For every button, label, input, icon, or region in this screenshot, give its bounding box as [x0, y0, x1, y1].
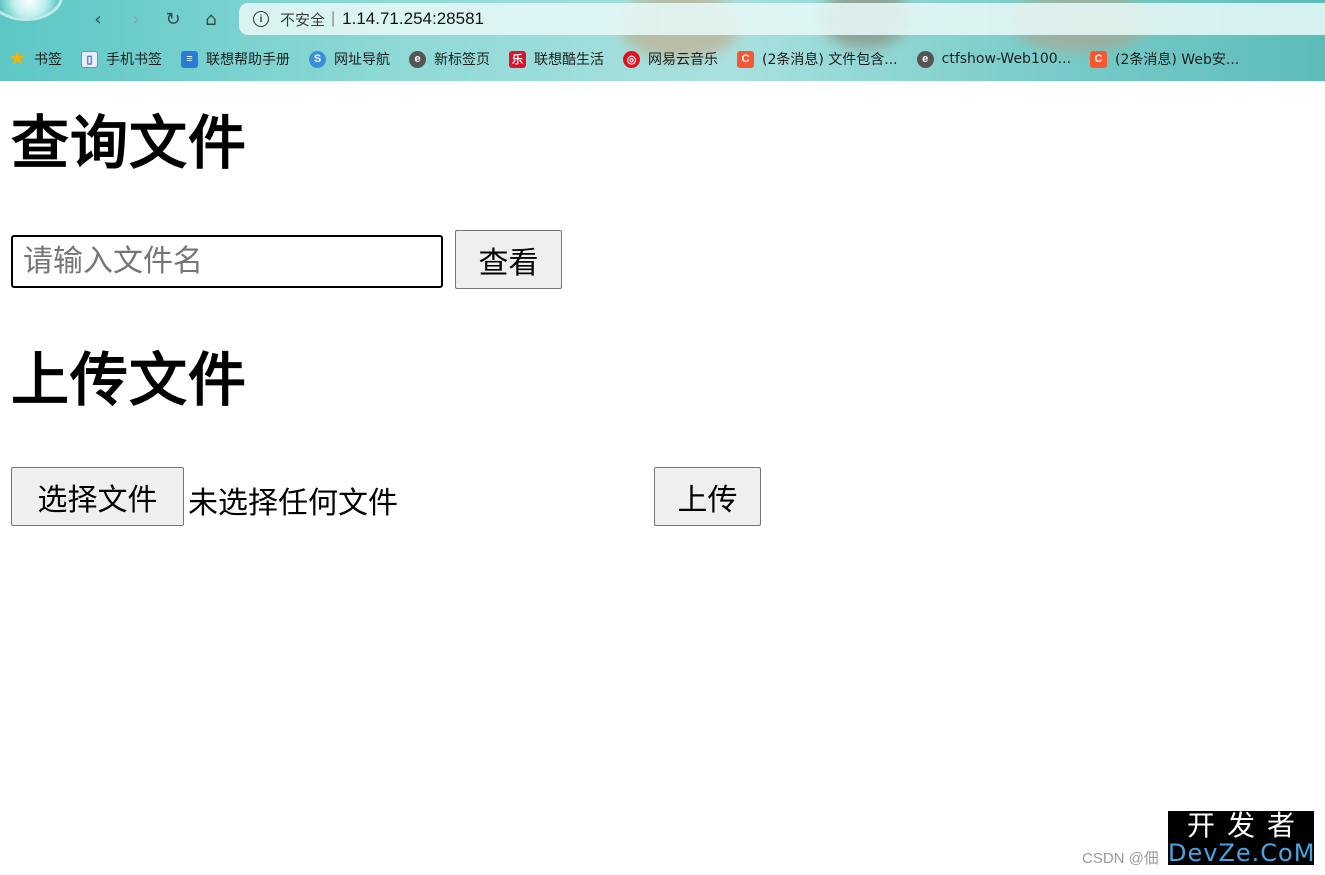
query-file-heading: 查询文件 — [11, 109, 248, 177]
document-icon: ≡ — [181, 50, 198, 68]
bookmark-label: 网址导航 — [334, 52, 390, 68]
url-text[interactable]: 1.14.71.254:28581 — [342, 9, 484, 29]
filename-input[interactable] — [11, 235, 443, 288]
bookmark-item[interactable]: ▯ 手机书签 — [81, 49, 162, 69]
bookmark-label: ctfshow-Web100... — [941, 51, 1072, 67]
phone-icon: ▯ — [81, 50, 98, 68]
page-content: 查询文件 查看 上传文件 选择文件 未选择任何文件 上传 — [0, 81, 1325, 875]
forward-icon[interactable]: › — [124, 7, 148, 31]
address-bar[interactable]: i 不安全 | 1.14.71.254:28581 — [239, 3, 1325, 35]
browser-e-icon: e — [409, 50, 426, 68]
upload-button[interactable]: 上传 — [654, 467, 761, 526]
bookmark-item[interactable]: S 网址导航 — [309, 49, 390, 69]
bookmark-item[interactable]: ★ 书签 — [9, 49, 62, 69]
csdn-watermark: CSDN @佃 — [1082, 850, 1159, 867]
choose-file-button[interactable]: 选择文件 — [11, 467, 184, 526]
bookmark-label: 手机书签 — [106, 52, 162, 68]
address-separator: | — [331, 10, 336, 27]
back-icon[interactable]: ‹ — [86, 7, 110, 31]
browser-e-icon: e — [916, 50, 934, 68]
netease-music-icon: ◎ — [623, 50, 640, 68]
bookmarks-bar: ★ 书签 ▯ 手机书签 ≡ 联想帮助手册 S 网址导航 e 新标签页 乐 联想酷… — [0, 44, 1325, 74]
bookmark-item[interactable]: C (2条消息) Web安... — [1090, 49, 1239, 69]
bookmark-label: (2条消息) 文件包含... — [762, 52, 898, 68]
bookmark-item[interactable]: 乐 联想酷生活 — [509, 49, 604, 69]
no-file-chosen-text: 未选择任何文件 — [188, 486, 398, 521]
bookmark-label: 网易云音乐 — [648, 52, 718, 68]
csdn-icon: C — [737, 50, 754, 68]
bookmark-label: 联想酷生活 — [534, 52, 604, 68]
reload-icon[interactable]: ↻ — [161, 7, 185, 31]
bookmark-item[interactable]: e 新标签页 — [409, 49, 490, 69]
home-icon[interactable]: ⌂ — [199, 7, 223, 31]
bookmark-label: 书签 — [34, 52, 62, 68]
bookmark-item[interactable]: e ctfshow-Web100... — [916, 50, 1072, 68]
bookmark-label: (2条消息) Web安... — [1115, 52, 1240, 68]
star-icon: ★ — [9, 49, 26, 68]
devze-watermark: 开发者 DevZe.CoM — [1168, 811, 1314, 865]
bookmark-label: 联想帮助手册 — [206, 52, 290, 68]
browser-toolbar: ‹ › ↻ ⌂ i 不安全 | 1.14.71.254:28581 ★ 书签 ▯… — [0, 0, 1325, 81]
security-label: 不安全 — [280, 10, 326, 29]
bookmark-item[interactable]: ◎ 网易云音乐 — [623, 49, 718, 69]
lenovo-icon: 乐 — [509, 50, 526, 68]
devze-cn-text: 开发者 — [1186, 809, 1307, 842]
view-button[interactable]: 查看 — [455, 230, 562, 289]
csdn-icon: C — [1090, 50, 1108, 68]
browser-logo-icon[interactable] — [0, 0, 60, 18]
upload-file-heading: 上传文件 — [11, 346, 248, 414]
bookmark-item[interactable]: C (2条消息) 文件包含... — [737, 49, 898, 69]
bookmark-item[interactable]: ≡ 联想帮助手册 — [181, 49, 290, 69]
bookmark-label: 新标签页 — [434, 52, 490, 68]
navigation-icon: S — [309, 50, 326, 68]
info-icon[interactable]: i — [253, 11, 269, 27]
devze-en-text: DevZe.CoM — [1168, 839, 1316, 867]
